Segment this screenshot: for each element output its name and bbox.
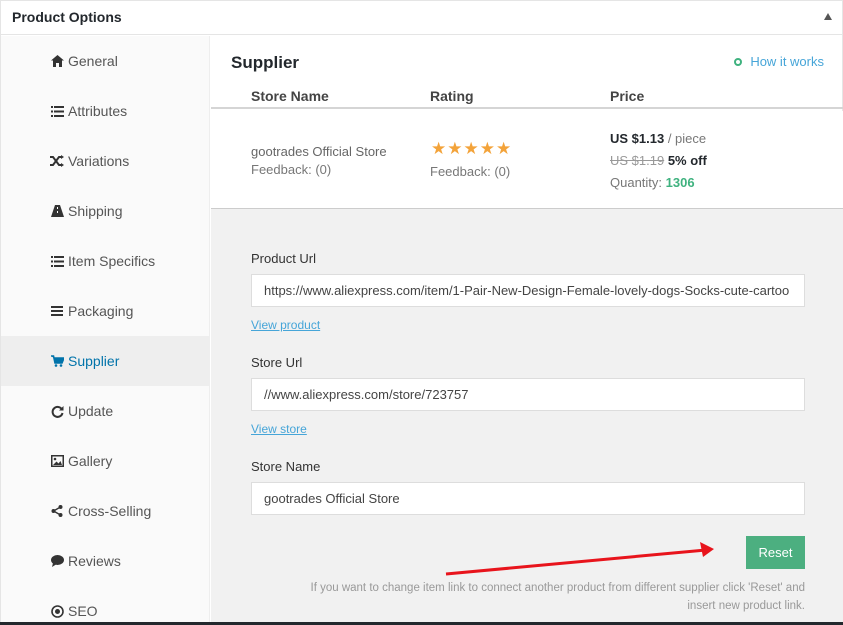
sidebar-item-label: Reviews: [68, 553, 121, 569]
home-icon: [50, 54, 64, 68]
sidebar-item-packaging[interactable]: Packaging: [1, 286, 210, 336]
store-name: gootrades Official Store: [251, 144, 387, 159]
sidebar-item-general[interactable]: General: [1, 36, 210, 86]
column-store-name: Store Name: [251, 88, 329, 104]
refresh-icon: [50, 404, 64, 418]
price: US $1.13: [610, 131, 665, 146]
sidebar-item-cross-selling[interactable]: Cross-Selling: [1, 486, 210, 536]
store-name-label: Store Name: [251, 459, 321, 474]
star-icon: ★: [463, 139, 479, 158]
help-text: If you want to change item link to conne…: [271, 579, 805, 615]
how-it-works-link[interactable]: How it works: [734, 54, 824, 69]
supplier-form: Product Url https://www.aliexpress.com/i…: [211, 209, 843, 625]
view-store-link[interactable]: View store: [251, 422, 307, 436]
list-icon: [50, 254, 64, 268]
sidebar-item-label: Gallery: [68, 453, 113, 469]
sidebar-item-label: Variations: [68, 153, 130, 169]
table-header: Store Name Rating Price: [211, 87, 843, 109]
share-icon: [50, 504, 64, 518]
sidebar-item-label: Item Specifics: [68, 253, 156, 269]
star-icon: ★: [479, 139, 495, 158]
sidebar-item-gallery[interactable]: Gallery: [1, 436, 210, 486]
sidebar-item-update[interactable]: Update: [1, 386, 210, 436]
cart-icon: [50, 354, 64, 368]
price-unit: / piece: [667, 131, 707, 146]
product-url-label: Product Url: [251, 251, 317, 266]
quantity-label: Quantity:: [610, 175, 663, 190]
sidebar-item-label: Packaging: [68, 303, 134, 319]
panel-header[interactable]: Product Options: [1, 1, 843, 35]
product-options-panel: Product Options General Attributes Varia…: [0, 0, 843, 625]
how-it-works-label: How it works: [750, 54, 824, 69]
image-icon: [50, 454, 64, 468]
panel-title: Product Options: [12, 9, 122, 25]
target-icon: [50, 604, 64, 618]
sidebar-item-shipping[interactable]: Shipping: [1, 186, 210, 236]
sidebar-item-supplier[interactable]: Supplier: [1, 336, 210, 386]
price-line: US $1.13 / piece: [610, 131, 706, 146]
sidebar-item-label: SEO: [68, 603, 98, 619]
column-price: Price: [610, 88, 645, 104]
quantity-line: Quantity: 1306: [610, 175, 695, 190]
store-name-input[interactable]: gootrades Official Store: [251, 482, 805, 515]
sidebar-item-seo[interactable]: SEO: [1, 586, 210, 625]
view-product-link[interactable]: View product: [251, 318, 320, 332]
product-url-input[interactable]: https://www.aliexpress.com/item/1-Pair-N…: [251, 274, 805, 307]
old-price: US $1.19: [610, 153, 665, 168]
store-url-input[interactable]: //www.aliexpress.com/store/723757: [251, 378, 805, 411]
quantity-value: 1306: [665, 175, 695, 190]
help-text-line: If you want to change item link to conne…: [310, 582, 805, 594]
reset-button[interactable]: Reset: [746, 536, 805, 569]
road-icon: [50, 204, 64, 218]
store-feedback: Feedback: (0): [251, 162, 332, 177]
sidebar-item-label: Shipping: [68, 203, 123, 219]
list-icon: [50, 104, 64, 118]
star-icon: ★: [447, 139, 463, 158]
sidebar-item-label: Cross-Selling: [68, 503, 152, 519]
store-url-label: Store Url: [251, 355, 303, 370]
help-text-line: insert new product link.: [687, 600, 805, 612]
table-row: gootrades Official Store Feedback: (0) ★…: [211, 111, 843, 209]
sidebar-item-label: Supplier: [68, 353, 120, 369]
column-rating: Rating: [430, 88, 474, 104]
sidebar-item-item-specifics[interactable]: Item Specifics: [1, 236, 210, 286]
red-arrow-annotation: [445, 542, 714, 576]
supplier-content: Supplier How it works Store Name Rating …: [211, 36, 843, 625]
shuffle-icon: [50, 154, 64, 168]
sidebar: General Attributes Variations Shipping I…: [1, 36, 210, 625]
sidebar-item-reviews[interactable]: Reviews: [1, 536, 210, 586]
comment-icon: [50, 554, 64, 568]
star-icon: ★: [496, 139, 512, 158]
sidebar-item-label: Update: [68, 403, 114, 419]
old-price-line: US $1.19 5% off: [610, 153, 707, 168]
star-icon: ★: [431, 139, 447, 158]
rating-feedback: Feedback: (0): [430, 164, 511, 179]
circle-icon: [734, 57, 743, 66]
sidebar-item-label: Attributes: [68, 103, 128, 119]
rating-stars: ★ ★ ★ ★ ★: [431, 140, 511, 157]
bars-icon: [50, 304, 64, 318]
section-title: Supplier: [231, 53, 300, 72]
sidebar-item-attributes[interactable]: Attributes: [1, 86, 210, 136]
sidebar-item-variations[interactable]: Variations: [1, 136, 210, 186]
discount: 5% off: [667, 153, 707, 168]
collapse-arrow-icon[interactable]: [824, 13, 832, 20]
sidebar-item-label: General: [68, 53, 118, 69]
